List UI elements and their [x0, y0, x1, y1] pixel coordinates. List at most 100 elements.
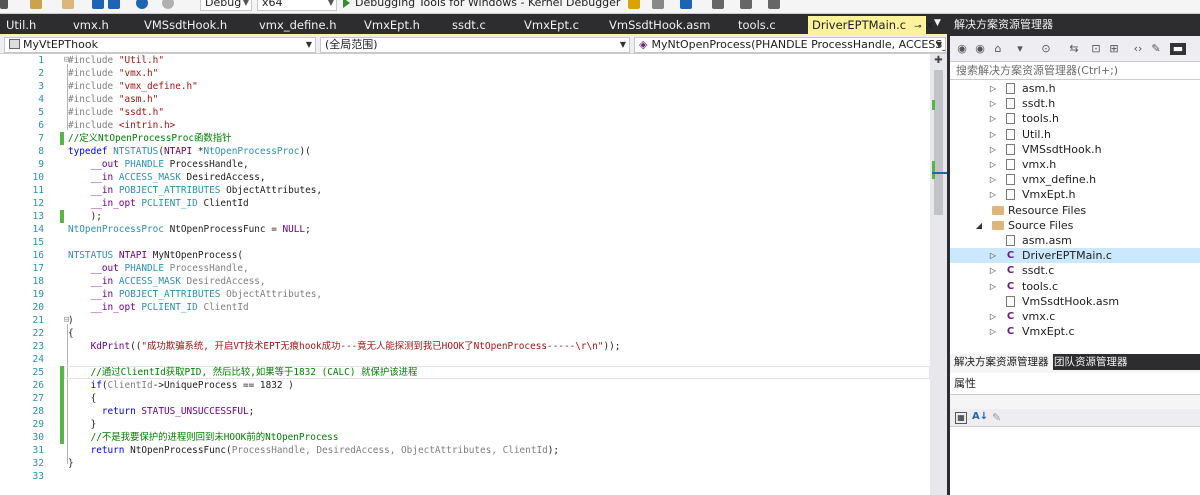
solution-tree-item[interactable]: ▷ Cvmx.c	[950, 309, 1200, 324]
code-line[interactable]: return STATUS_UNSUCCESSFUL;	[68, 405, 254, 418]
code-line[interactable]: );	[68, 210, 102, 223]
redo-icon[interactable]	[162, 0, 174, 9]
back-icon[interactable]: ◉	[956, 43, 968, 55]
collapse-icon[interactable]: ◢	[974, 218, 984, 233]
expand-icon[interactable]: ▷	[988, 157, 998, 172]
code-line[interactable]: NtOpenProcessProc NtOpenProcessFunc = NU…	[68, 223, 311, 236]
solution-configuration-select[interactable]: Debug ▼	[200, 0, 252, 11]
properties-icon[interactable]: ✎	[1150, 43, 1162, 55]
expand-icon[interactable]: ▷	[988, 324, 998, 339]
split-icon[interactable]: ✚	[933, 56, 944, 66]
code-line[interactable]: #include "asm.h"	[68, 93, 158, 106]
tab-ssdt-c[interactable]: ssdt.c	[452, 16, 486, 34]
preview-icon[interactable]: ▬	[1170, 43, 1186, 55]
scope-select[interactable]: (全局范围) ▼	[320, 37, 630, 53]
close-icon[interactable]: ✕	[926, 21, 934, 32]
alphabetical-icon[interactable]: A↓	[972, 411, 988, 422]
code-line[interactable]: )	[68, 314, 74, 327]
code-line[interactable]: NTSTATUS NTAPI MyNtOpenProcess(	[68, 249, 243, 262]
properties-object-selector[interactable]	[950, 395, 1200, 409]
code-line[interactable]: {	[68, 327, 74, 340]
property-pages-icon[interactable]: ✎	[992, 411, 1001, 424]
start-debugging-icon[interactable]	[343, 0, 350, 8]
expand-icon[interactable]: ▷	[988, 279, 998, 294]
open-file-icon[interactable]	[62, 0, 74, 9]
code-line[interactable]: #include <intrin.h>	[68, 119, 175, 132]
code-line[interactable]: //不是我要保护的进程则回到未HOOK前的NtOpenProcess	[68, 431, 339, 444]
tab-util-h[interactable]: Util.h	[6, 16, 36, 34]
expand-icon[interactable]: ▷	[988, 309, 998, 324]
expand-icon[interactable]: ▷	[988, 248, 998, 263]
expand-icon[interactable]: ▷	[988, 127, 998, 142]
code-line[interactable]: #include "vmx.h"	[68, 67, 158, 80]
find-icon[interactable]	[680, 0, 692, 9]
refresh-icon[interactable]: ⇆	[1068, 43, 1080, 55]
solution-tree-item[interactable]: ▷ vmx.h	[950, 157, 1200, 172]
expand-icon[interactable]: ▷	[988, 96, 998, 111]
solution-tree-item[interactable]: VmSsdtHook.asm	[950, 294, 1200, 309]
expand-icon[interactable]: ▷	[988, 81, 998, 96]
debugger-target-label[interactable]: Debugging Tools for Windows - Kernel Deb…	[355, 0, 620, 10]
code-line[interactable]: __in ACCESS_MASK DesiredAccess,	[68, 275, 266, 288]
solution-tree-item[interactable]: ▷ VmxEpt.h	[950, 187, 1200, 202]
solution-tree-item[interactable]: ▷ VMSsdtHook.h	[950, 142, 1200, 157]
tab-vmx-h[interactable]: vmx.h	[73, 16, 109, 34]
outdent-icon[interactable]	[740, 0, 752, 9]
new-project-icon[interactable]	[30, 0, 42, 9]
tab-vmssdthook-asm[interactable]: VmSsdtHook.asm	[609, 16, 710, 34]
project-select[interactable]: MyVtEPThook ▼	[4, 37, 316, 53]
solution-platform-select[interactable]: x64 ▼	[257, 0, 337, 11]
view-code-icon[interactable]: ‹›	[1132, 43, 1144, 55]
solution-tree-item[interactable]: Resource Files	[950, 203, 1200, 218]
code-line[interactable]: #include "Util.h"	[68, 54, 164, 67]
save-icon[interactable]	[92, 0, 104, 9]
tab-vmssdthook-h[interactable]: VMSsdtHook.h	[144, 16, 227, 34]
solution-tree-item[interactable]: ▷ C VmxEpt.c	[950, 324, 1200, 339]
tab-vmxept-c[interactable]: VmxEpt.c	[524, 16, 579, 34]
save-all-icon[interactable]	[108, 0, 120, 9]
bookmark-icon[interactable]	[652, 0, 664, 9]
code-line[interactable]: __in ACCESS_MASK DesiredAccess,	[68, 171, 266, 184]
solution-tree-item[interactable]: ▷ Cssdt.c	[950, 263, 1200, 278]
nav-back-icon[interactable]	[0, 0, 8, 9]
tab-vmx-define-h[interactable]: vmx_define.h	[259, 16, 337, 34]
code-line[interactable]: }	[68, 418, 97, 431]
code-line[interactable]: __out PHANDLE ProcessHandle,	[68, 158, 249, 171]
pending-changes-icon[interactable]: ⊙	[1040, 43, 1052, 55]
solution-tree-item[interactable]: ▷ vmx_define.h	[950, 172, 1200, 187]
sync-icon[interactable]: ▾	[1014, 43, 1026, 55]
code-line[interactable]: __in POBJECT_ATTRIBUTES ObjectAttributes…	[68, 288, 322, 301]
forward-icon[interactable]: ◉	[974, 43, 986, 55]
show-all-files-icon[interactable]: ⊞	[1108, 43, 1120, 55]
code-line[interactable]: #include "ssdt.h"	[68, 106, 164, 119]
categorized-icon[interactable]: ▦	[955, 412, 967, 424]
collapse-all-icon[interactable]: ⊡	[1090, 43, 1102, 55]
code-line[interactable]: __in POBJECT_ATTRIBUTES ObjectAttributes…	[68, 184, 322, 197]
tab-driverceptmain-c[interactable]: DriverEPTMain.c ⊸ ✕	[808, 16, 934, 34]
member-select[interactable]: ◈ MyNtOpenProcess(PHANDLE ProcessHandle, …	[634, 37, 946, 53]
indent-icon[interactable]	[712, 0, 724, 9]
code-line[interactable]: #include "vmx_define.h"	[68, 80, 198, 93]
solution-tree-item[interactable]: ▷ C DriverEPTMain.c	[950, 248, 1200, 264]
solution-tree-item[interactable]: ▷ tools.h	[950, 111, 1200, 126]
code-line[interactable]: if(ClientId->UniqueProcess == 1832 )	[68, 379, 294, 392]
expand-icon[interactable]: ▷	[988, 263, 998, 278]
undo-icon[interactable]	[136, 0, 148, 9]
solution-tree-item[interactable]: ▷ asm.h	[950, 81, 1200, 96]
attach-icon[interactable]	[628, 0, 640, 9]
code-line[interactable]: //定义NtOpenProcessProc函数指针	[68, 132, 232, 145]
code-line[interactable]: return NtOpenProcessFunc(ProcessHandle, …	[68, 444, 560, 457]
expand-icon[interactable]: ▷	[988, 142, 998, 157]
expand-icon[interactable]: ▷	[988, 187, 998, 202]
vertical-scrollbar[interactable]: ✚	[930, 54, 947, 495]
solution-tree-item[interactable]: ▷ Ctools.c	[950, 279, 1200, 294]
solution-tree-item[interactable]: ▷ ssdt.h	[950, 96, 1200, 111]
tab-overflow-icon[interactable]: ▼	[934, 18, 941, 28]
code-line[interactable]: typedef NTSTATUS(NTAPI *NtOpenProcessPro…	[68, 145, 311, 158]
tab-solution-explorer[interactable]: 解决方案资源管理器	[950, 354, 1053, 370]
tab-team-explorer[interactable]: 团队资源管理器	[1050, 354, 1132, 370]
pin-icon[interactable]: ⊸	[914, 22, 922, 32]
expand-icon[interactable]: ▷	[988, 111, 998, 126]
code-line[interactable]: //通过ClientId获取PID, 然后比较,如果等于1832 (CALC) …	[68, 366, 418, 379]
tab-vmxept-h[interactable]: VmxEpt.h	[364, 16, 420, 34]
